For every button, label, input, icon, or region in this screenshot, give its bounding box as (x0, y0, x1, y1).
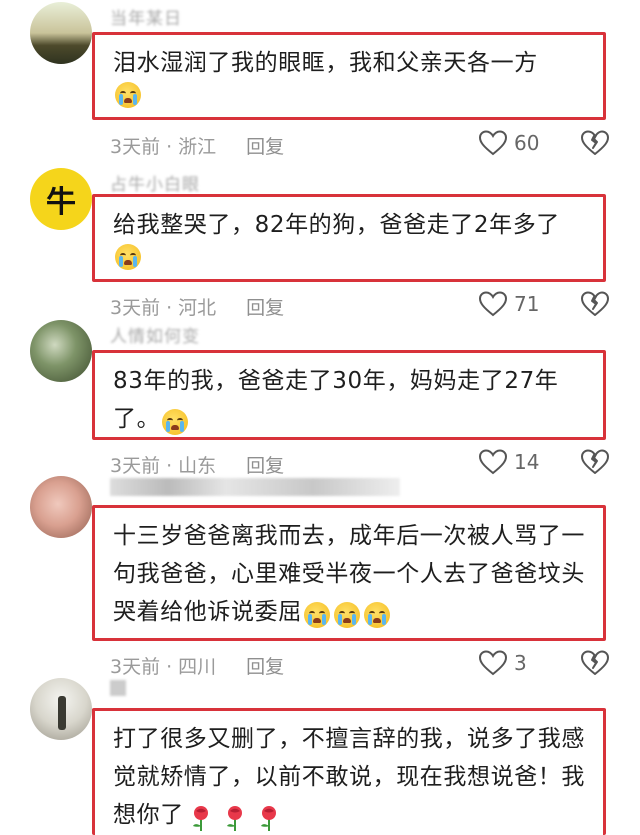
like-count: 71 (514, 292, 540, 316)
broken-heart-icon (581, 291, 609, 316)
comment-time: 3天前 (110, 455, 161, 477)
crying-face-emoji (333, 601, 360, 628)
like-button[interactable]: 14 (478, 448, 539, 476)
comment-bubble: 十三岁爸爸离我而去，成年后一次被人骂了一句我爸爸，心里难受半夜一个人去了爸爸坟头… (92, 505, 606, 641)
username[interactable] (110, 478, 400, 496)
comment-time: 3天前 (110, 297, 161, 319)
heart-outline-icon (478, 130, 508, 156)
username[interactable]: 人情如何变 (110, 322, 200, 347)
avatar[interactable] (30, 2, 92, 64)
comment-text: 泪水湿润了我的眼眶，我和父亲天各一方 (113, 50, 538, 76)
crying-face-emoji (115, 82, 141, 108)
comment-location: 河北 (178, 297, 217, 319)
reply-button[interactable]: 回复 (246, 136, 284, 158)
comment-bubble: 泪水湿润了我的眼眶，我和父亲天各一方 (92, 32, 606, 120)
avatar-figure (58, 696, 66, 730)
broken-heart-icon (581, 130, 609, 155)
avatar[interactable] (30, 476, 92, 538)
comment-bubble: 给我整哭了，82年的狗，爸爸走了2年多了 (92, 194, 606, 282)
comment-text: 打了很多又删了，不擅言辞的我，说多了我感觉就矫情了，以前不敢说，现在我想说爸！我… (113, 726, 585, 828)
like-count: 14 (514, 450, 540, 474)
like-button[interactable]: 3 (478, 649, 527, 677)
dislike-button[interactable] (580, 290, 610, 322)
crying-face-emoji (115, 244, 141, 270)
like-button[interactable]: 60 (478, 129, 539, 157)
heart-outline-icon (478, 291, 508, 317)
like-button[interactable]: 71 (478, 290, 539, 318)
reply-button[interactable]: 回复 (246, 656, 284, 678)
reply-button[interactable]: 回复 (246, 455, 284, 477)
dislike-button[interactable] (580, 448, 610, 480)
comment-meta: 3天前 · 四川 回复 (110, 656, 285, 678)
avatar[interactable] (30, 320, 92, 382)
like-count: 60 (514, 131, 540, 155)
dislike-button[interactable] (580, 649, 610, 681)
comment-bubble: 83年的我，爸爸走了30年，妈妈走了27年了。 (92, 350, 606, 440)
comment-location: 四川 (178, 656, 217, 678)
rose-emoji (260, 805, 276, 831)
comment-time: 3天前 (110, 136, 161, 158)
comment-meta: 3天前 · 河北 回复 (110, 297, 285, 319)
broken-heart-icon (581, 449, 609, 474)
reply-button[interactable]: 回复 (246, 297, 284, 319)
like-count: 3 (514, 651, 527, 675)
comment-meta: 3天前 · 山东 回复 (110, 455, 285, 477)
crying-face-emoji (303, 601, 330, 628)
comment-meta: 3天前 · 浙江 回复 (110, 136, 285, 158)
heart-outline-icon (478, 650, 508, 676)
username[interactable]: 当年某日 (110, 4, 182, 29)
comment-location: 浙江 (178, 136, 217, 158)
heart-outline-icon (478, 449, 508, 475)
dislike-button[interactable] (580, 129, 610, 161)
rose-emoji (226, 805, 242, 831)
comment-location: 山东 (178, 455, 217, 477)
avatar[interactable] (30, 678, 92, 740)
username[interactable]: 占牛小白眼 (110, 170, 200, 195)
comment-text: 给我整哭了，82年的狗，爸爸走了2年多了 (113, 212, 560, 238)
username[interactable] (110, 680, 126, 696)
comment-bubble: 打了很多又删了，不擅言辞的我，说多了我感觉就矫情了，以前不敢说，现在我想说爸！我… (92, 708, 606, 835)
avatar[interactable]: 牛 (30, 168, 92, 230)
comment-time: 3天前 (110, 656, 161, 678)
broken-heart-icon (581, 650, 609, 675)
avatar-glyph: 牛 (46, 185, 76, 220)
rose-emoji (192, 805, 208, 831)
crying-face-emoji (162, 408, 189, 435)
crying-face-emoji (363, 601, 390, 628)
